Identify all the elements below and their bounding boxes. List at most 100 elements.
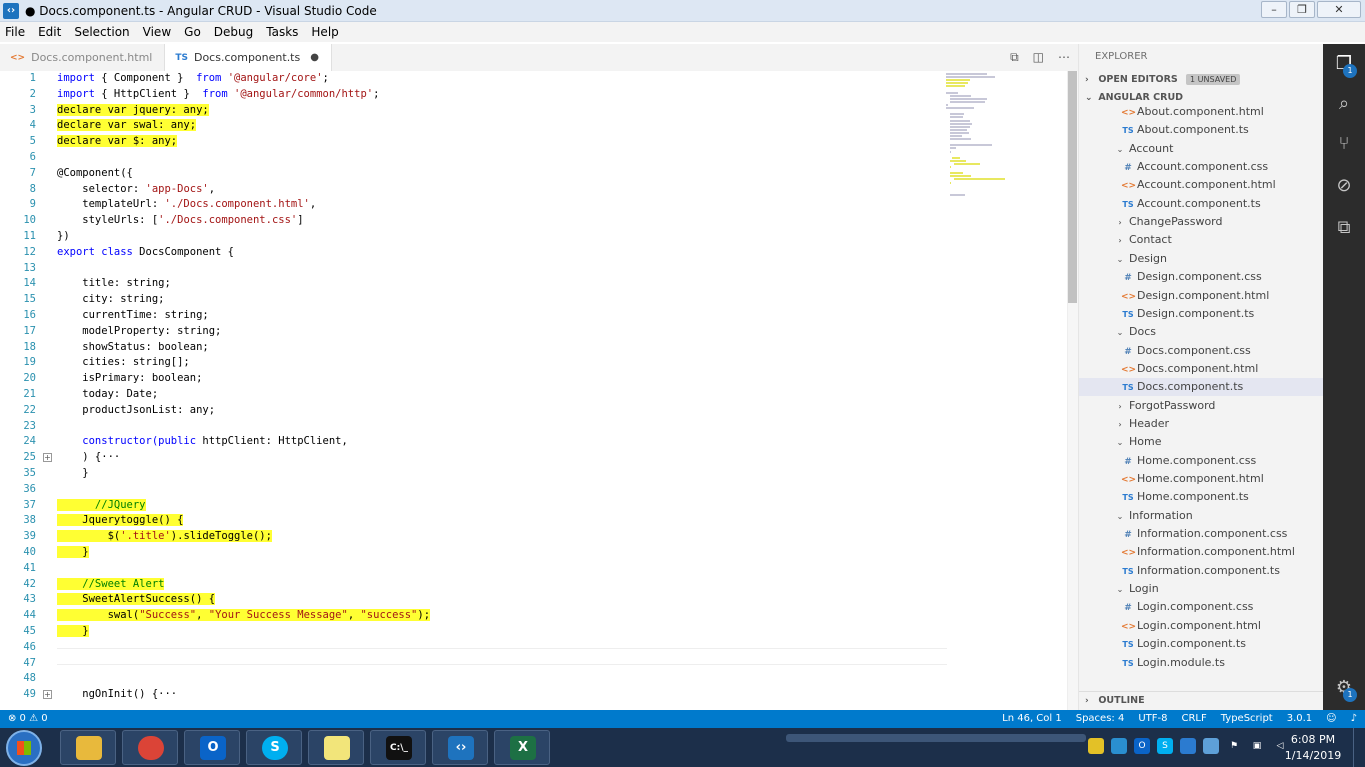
code-line[interactable]: selector: 'app-Docs', [57, 182, 215, 198]
code-line[interactable]: export class DocsComponent { [57, 245, 234, 261]
tree-file[interactable]: # Account.component.css [1079, 158, 1324, 176]
tree-file[interactable]: TS Account.component.ts [1079, 195, 1324, 213]
tree-file[interactable]: TS About.component.ts [1079, 121, 1324, 139]
code-line[interactable]: }) [57, 229, 70, 245]
code-line[interactable]: import { Component } from '@angular/core… [57, 71, 329, 87]
tree-file[interactable]: # Home.component.css [1079, 452, 1324, 470]
close-button[interactable]: ✕ [1317, 1, 1361, 18]
tree-folder[interactable]: › Contact [1079, 231, 1324, 249]
tree-file[interactable]: # Login.component.css [1079, 598, 1324, 616]
code-line[interactable]: city: string; [57, 292, 164, 308]
maximize-button[interactable]: ❐ [1289, 1, 1315, 18]
tree-folder[interactable]: ⌄ Design [1079, 250, 1324, 268]
tree-folder[interactable]: ⌄ Docs [1079, 323, 1324, 341]
code-line[interactable]: productJsonList: any; [57, 403, 215, 419]
unsaved-dot-icon[interactable]: ● [310, 52, 319, 63]
tree-file[interactable]: <>Design.component.html [1079, 287, 1324, 305]
code-line[interactable]: $('.title').slideToggle(); [57, 529, 272, 545]
tree-folder[interactable]: ⌄ Login [1079, 580, 1324, 598]
code-line[interactable]: declare var jquery: any; [57, 103, 209, 119]
code-line[interactable]: templateUrl: './Docs.component.html', [57, 197, 316, 213]
code-line[interactable]: Jquerytoggle() { [57, 513, 184, 529]
taskbar-cmd[interactable]: C:\_ [370, 730, 426, 765]
tree-folder[interactable]: ⌄ Information [1079, 507, 1324, 525]
ts-version[interactable]: 3.0.1 [1287, 710, 1312, 728]
tree-folder[interactable]: › ForgotPassword [1079, 397, 1324, 415]
extensions-icon[interactable]: ⧉ [1332, 216, 1356, 240]
menu-tasks[interactable]: Tasks [266, 25, 298, 39]
source-control-icon[interactable]: ⑂ [1332, 132, 1356, 156]
tree-file[interactable]: TS Docs.component.ts [1079, 378, 1324, 397]
tree-folder[interactable]: › Header [1079, 415, 1324, 433]
feedback-smiley-icon[interactable]: ☺ [1326, 710, 1336, 728]
tree-file[interactable]: <>Docs.component.html [1079, 360, 1324, 378]
line-ending[interactable]: CRLF [1181, 710, 1206, 728]
start-button[interactable] [6, 730, 42, 766]
code-line[interactable]: today: Date; [57, 387, 158, 403]
menu-edit[interactable]: Edit [38, 25, 61, 39]
more-actions-icon[interactable]: ⋯ [1058, 50, 1070, 65]
code-line[interactable]: isPrimary: boolean; [57, 371, 202, 387]
debug-icon[interactable]: ⊘ [1332, 174, 1356, 198]
taskbar-outlook[interactable]: O [184, 730, 240, 765]
outline-section[interactable]: › OUTLINE [1079, 691, 1324, 709]
code-line[interactable]: SweetAlertSuccess() { [57, 592, 216, 608]
tree-file[interactable]: <>Information.component.html [1079, 543, 1324, 561]
search-icon[interactable]: ⌕ [1332, 92, 1356, 116]
code-editor[interactable]: 1 2 3 4 5 6 7 8 9 10 11 12 13 14 15 16 17 18 19 20 21 22 23 24 2… [0, 71, 1078, 710]
code-line[interactable]: styleUrls: ['./Docs.component.css'] [57, 213, 303, 229]
code-line[interactable]: showStatus: boolean; [57, 340, 208, 356]
tree-file[interactable]: TS Login.module.ts [1079, 654, 1324, 672]
fold-expand-icon[interactable]: + [43, 690, 52, 700]
tree-file[interactable]: <>About.component.html [1079, 103, 1324, 121]
menu-help[interactable]: Help [311, 25, 338, 39]
tree-folder[interactable]: ⌄ Account [1079, 140, 1324, 158]
open-changes-icon[interactable]: ⧉ [1010, 50, 1019, 65]
code-line[interactable]: import { HttpClient } from '@angular/com… [57, 87, 379, 103]
code-line[interactable]: } [57, 545, 89, 561]
problems-indicator[interactable]: ⊗ 0 ⚠ 0 [8, 710, 48, 728]
tree-file[interactable]: TS Login.component.ts [1079, 635, 1324, 653]
code-area[interactable]: import { Component } from '@angular/core… [57, 71, 947, 710]
split-editor-icon[interactable]: ◫ [1033, 50, 1044, 65]
tray-outlook-icon[interactable]: O [1134, 738, 1150, 754]
tray-connect-icon[interactable] [1180, 738, 1196, 754]
minimap[interactable] [946, 71, 1066, 221]
minimize-button[interactable]: – [1261, 1, 1287, 18]
tree-file[interactable]: # Design.component.css [1079, 268, 1324, 286]
tree-file[interactable]: TS Design.component.ts [1079, 305, 1324, 323]
fold-expand-icon[interactable]: + [43, 453, 52, 463]
tray-display-icon[interactable] [1203, 738, 1219, 754]
tab-docs-html[interactable]: <> Docs.component.html [0, 44, 166, 71]
taskbar-skype[interactable]: S [246, 730, 302, 765]
encoding[interactable]: UTF-8 [1138, 710, 1167, 728]
code-line[interactable]: cities: string[]; [57, 355, 189, 371]
taskbar-chrome[interactable] [122, 730, 178, 765]
code-line[interactable]: declare var $: any; [57, 134, 178, 150]
open-editors-section[interactable]: › OPEN EDITORS 1 UNSAVED [1079, 71, 1324, 89]
menu-selection[interactable]: Selection [74, 25, 129, 39]
tree-file[interactable]: <>Account.component.html [1079, 176, 1324, 194]
cursor-position[interactable]: Ln 46, Col 1 [1002, 710, 1062, 728]
taskbar-explorer[interactable] [60, 730, 116, 765]
show-desktop-button[interactable] [1353, 728, 1365, 767]
tray-usb-icon[interactable] [1088, 738, 1104, 754]
code-line[interactable]: currentTime: string; [57, 308, 208, 324]
indentation[interactable]: Spaces: 4 [1076, 710, 1125, 728]
code-line[interactable]: ngOnInit() {··· [57, 687, 177, 703]
tree-folder[interactable]: › ChangePassword [1079, 213, 1324, 231]
menu-go[interactable]: Go [184, 25, 201, 39]
tree-file[interactable]: <>Login.component.html [1079, 617, 1324, 635]
tray-network-icon[interactable] [1111, 738, 1127, 754]
menu-view[interactable]: View [143, 25, 171, 39]
tray-flag-icon[interactable]: ⚑ [1226, 738, 1242, 754]
menu-file[interactable]: File [5, 25, 25, 39]
code-line[interactable]: ) {··· [57, 450, 120, 466]
taskbar-excel[interactable]: X [494, 730, 550, 765]
code-line[interactable]: modelProperty: string; [57, 324, 221, 340]
tree-file[interactable]: TS Home.component.ts [1079, 488, 1324, 506]
code-line[interactable]: swal("Success", "Your Success Message", … [57, 608, 431, 624]
language-mode[interactable]: TypeScript [1221, 710, 1273, 728]
code-line[interactable]: } [57, 624, 89, 640]
code-line[interactable]: @Component({ [57, 166, 133, 182]
